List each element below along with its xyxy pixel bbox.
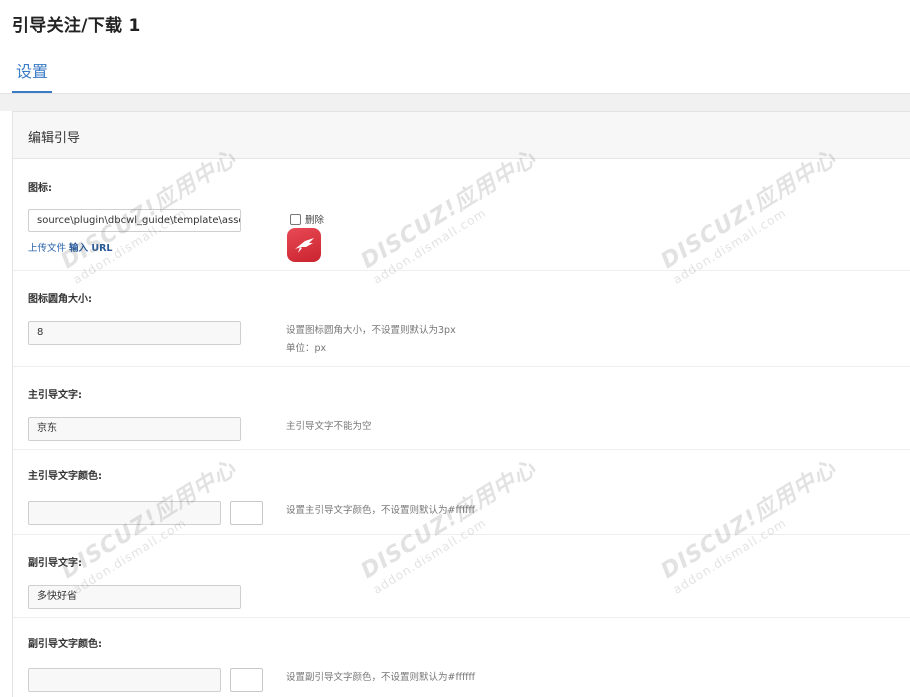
tab-bar: 设置 — [0, 52, 910, 94]
panel-header: 编辑引导 — [13, 112, 910, 159]
sub-text-color-label: 副引导文字颜色: — [28, 639, 102, 650]
main-text-color-input[interactable] — [28, 501, 221, 525]
sub-text-color-input[interactable] — [28, 668, 221, 692]
main-text-color-picker[interactable] — [230, 501, 263, 525]
sub-text-label: 副引导文字: — [28, 558, 82, 569]
main-text-color-label: 主引导文字颜色: — [28, 471, 102, 482]
delete-checkbox[interactable] — [290, 213, 301, 225]
sub-text-input[interactable]: 多快好省 — [28, 585, 241, 609]
sub-text-color-row: 副引导文字颜色: 设置副引导文字颜色，不设置则默认为#ffffff — [13, 618, 910, 697]
icon-path-input[interactable]: source\plugin\dbcwl_guide\template\asset… — [28, 209, 241, 232]
main-text-label: 主引导文字: — [28, 390, 82, 401]
sub-text-row: 副引导文字: 多快好省 — [13, 535, 910, 618]
main-text-color-hint: 设置主引导文字颜色，不设置则默认为#ffffff — [286, 505, 476, 516]
icon-radius-input[interactable]: 8 — [28, 321, 241, 345]
delete-icon-option[interactable]: 删除 — [290, 212, 324, 226]
sub-text-color-hint: 设置副引导文字颜色，不设置则默认为#ffffff — [286, 672, 476, 683]
app-icon-preview — [287, 228, 321, 262]
input-url-link[interactable]: 输入 URL — [69, 243, 112, 254]
bird-logo-icon — [295, 238, 314, 253]
icon-radius-row: 图标圆角大小: 8 设置图标圆角大小，不设置则默认为3px 单位：px — [13, 271, 910, 367]
icon-field-label: 图标: — [28, 183, 52, 194]
icon-radius-unit: 单位：px — [286, 343, 327, 354]
section-divider — [0, 94, 910, 111]
sub-text-color-picker[interactable] — [230, 668, 263, 692]
icon-field-row: 图标: source\plugin\dbcwl_guide\template\a… — [13, 160, 910, 271]
upload-file-link[interactable]: 上传文件 — [28, 243, 66, 254]
tab-settings[interactable]: 设置 — [12, 52, 53, 93]
icon-radius-label: 图标圆角大小: — [28, 294, 92, 305]
main-text-hint: 主引导文字不能为空 — [286, 421, 372, 432]
edit-guide-panel: 编辑引导 图标: source\plugin\dbcwl_guide\templ… — [12, 111, 910, 697]
main-text-input[interactable]: 京东 — [28, 417, 241, 441]
icon-radius-hint: 设置图标圆角大小，不设置则默认为3px — [286, 325, 456, 336]
delete-label: 删除 — [305, 215, 325, 226]
main-text-row: 主引导文字: 京东 主引导文字不能为空 — [13, 367, 910, 450]
icon-source-links: 上传文件 输入 URL — [28, 240, 112, 254]
page-title: 引导关注/下载 1 — [12, 16, 141, 36]
main-text-color-row: 主引导文字颜色: 设置主引导文字颜色，不设置则默认为#ffffff — [13, 450, 910, 535]
